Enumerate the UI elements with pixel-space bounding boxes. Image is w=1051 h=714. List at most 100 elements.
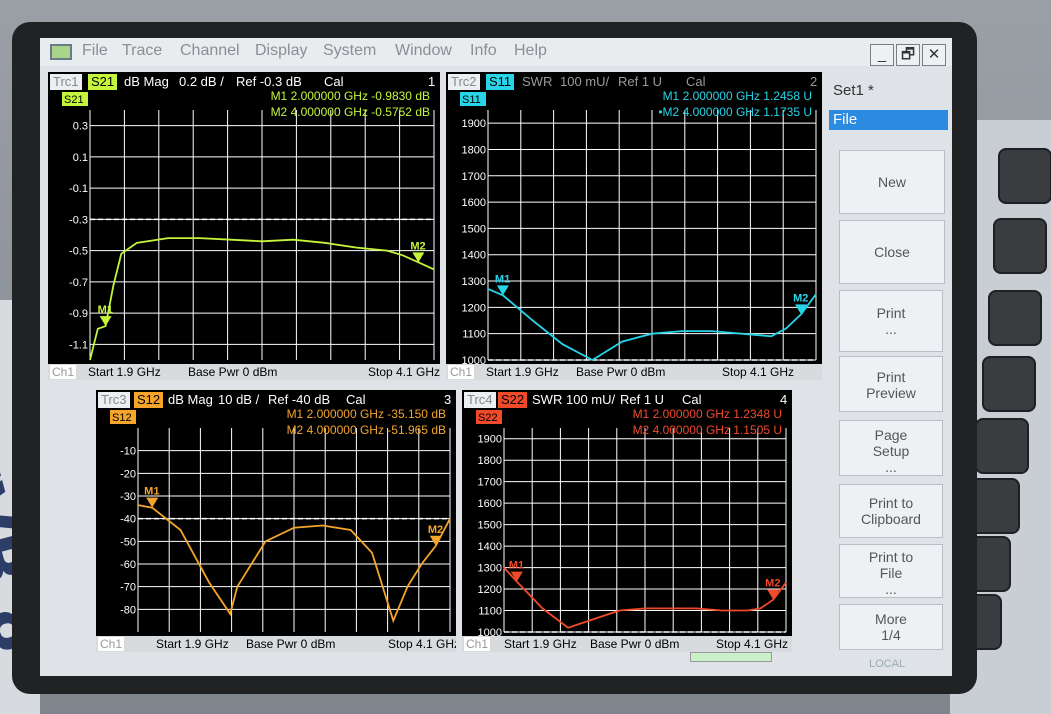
stop-freq: Stop 4.1 GHz bbox=[388, 637, 456, 651]
y-tick-label: -50 bbox=[120, 536, 136, 548]
y-tick-label: 1500 bbox=[462, 223, 486, 235]
print-to-file-button[interactable]: Print to File... bbox=[839, 544, 943, 598]
minimize-icon[interactable]: _ bbox=[870, 44, 894, 66]
base-power: Base Pwr 0 dBm bbox=[590, 637, 680, 651]
diagram-number: 4 bbox=[780, 392, 788, 407]
trace-tag[interactable]: Trc3 bbox=[98, 392, 130, 408]
softkey-5[interactable] bbox=[975, 418, 1029, 474]
channel-tag[interactable]: Ch1 bbox=[98, 637, 125, 651]
menu-window[interactable]: Window bbox=[395, 42, 452, 60]
y-tick-label: 1300 bbox=[462, 276, 486, 288]
trace-param-label: S11 bbox=[462, 94, 481, 106]
format-label: SWR bbox=[532, 392, 563, 407]
new-button[interactable]: New bbox=[839, 150, 945, 214]
y-tick-label: 1100 bbox=[462, 329, 486, 341]
stop-freq: Stop 4.1 GHz bbox=[716, 637, 789, 651]
marker-m1-label: M1 bbox=[98, 304, 113, 316]
marker-readout-2: M2 4.000000 GHz -51.965 dB bbox=[287, 423, 446, 437]
softkey-3[interactable] bbox=[988, 290, 1042, 346]
y-tick-label: 1000 bbox=[478, 627, 502, 636]
ref-label: Ref -40 dB bbox=[268, 392, 331, 407]
y-tick-label: -0.3 bbox=[69, 214, 88, 226]
close-window-icon[interactable]: ✕ bbox=[922, 44, 946, 66]
diagram-4[interactable]: Trc4 S22 SWR 100 mU/ Ref 1 U Cal 4 1900 1… bbox=[462, 390, 792, 652]
y-tick-label: 1300 bbox=[478, 563, 502, 575]
diagram-number: 3 bbox=[444, 392, 452, 407]
marker-readout-1: M1 2.000000 GHz 1.2348 U bbox=[633, 408, 782, 421]
y-tick-label: 1200 bbox=[478, 584, 502, 596]
marker-readout-1: M1 2.000000 GHz -35.150 dB bbox=[287, 408, 446, 421]
remote-status: LOCAL bbox=[869, 658, 906, 670]
print-to-clipboard-button[interactable]: Print to Clipboard bbox=[839, 484, 943, 538]
page-setup-label: Page Setup bbox=[872, 427, 910, 459]
menu-system[interactable]: System bbox=[323, 42, 376, 60]
base-power: Base Pwr 0 dBm bbox=[576, 365, 666, 379]
more-button[interactable]: More 1/4 bbox=[839, 604, 943, 650]
marker-m2-label: M2 bbox=[428, 524, 443, 536]
y-tick-label: -0.9 bbox=[69, 308, 88, 320]
menu-file[interactable]: File bbox=[82, 42, 108, 60]
diagram-2[interactable]: Trc2 S11 SWR 100 mU/ Ref 1 U Cal 2 1900 1… bbox=[446, 72, 822, 380]
marker-readout-1: M1 2.000000 GHz -0.9830 dB bbox=[271, 90, 430, 103]
marker-m1-icon bbox=[99, 316, 112, 327]
scale-label: 10 dB / bbox=[218, 392, 260, 407]
y-tick-label: 1700 bbox=[478, 477, 502, 489]
ref-label: Ref 1 U bbox=[618, 74, 663, 89]
menu-display[interactable]: Display bbox=[255, 42, 307, 60]
y-tick-label: -1.1 bbox=[69, 339, 88, 351]
y-tick-label: 1400 bbox=[462, 250, 486, 262]
diagram-1[interactable]: Trc1 S21 dB Mag 0.2 dB / Ref -0.3 dB Cal… bbox=[48, 72, 440, 380]
page-setup-button[interactable]: Page Setup... bbox=[839, 420, 943, 476]
trace-tag[interactable]: Trc1 bbox=[50, 74, 82, 90]
print-to-file-label: Print to File bbox=[868, 549, 914, 581]
menu-help[interactable]: Help bbox=[514, 42, 547, 60]
close-button[interactable]: Close bbox=[839, 220, 945, 284]
y-tick-label: 1900 bbox=[478, 434, 502, 446]
vna-screen: File Trace Channel Display System Window… bbox=[40, 38, 952, 676]
restore-icon[interactable]: 🗗 bbox=[896, 44, 920, 66]
menu-trace[interactable]: Trace bbox=[122, 42, 162, 60]
trace-tag[interactable]: Trc2 bbox=[448, 74, 480, 90]
start-freq: Start 1.9 GHz bbox=[486, 365, 559, 379]
trace-tag[interactable]: Trc4 bbox=[464, 392, 496, 408]
menu-info[interactable]: Info bbox=[470, 42, 497, 60]
param-tag[interactable]: S12 bbox=[134, 392, 164, 408]
trace-param-label: S12 bbox=[112, 412, 132, 424]
channel-tag[interactable]: Ch1 bbox=[448, 365, 475, 379]
close-button-label: Close bbox=[874, 244, 910, 260]
softkey-4[interactable] bbox=[982, 356, 1036, 412]
print-preview-label: Print Preview bbox=[866, 369, 916, 401]
print-preview-button[interactable]: Print Preview bbox=[839, 356, 943, 412]
marker-m1-label: M1 bbox=[509, 560, 524, 572]
param-tag[interactable]: S22 bbox=[498, 392, 528, 408]
page-setup-ellipsis: ... bbox=[885, 459, 897, 475]
y-tick-label: 1600 bbox=[478, 498, 502, 510]
marker-m2-icon bbox=[429, 535, 442, 546]
print-button[interactable]: Print... bbox=[839, 290, 943, 352]
scale-label: 100 mU/ bbox=[560, 74, 610, 89]
softkey-1[interactable] bbox=[998, 148, 1051, 204]
softkey-2[interactable] bbox=[993, 218, 1047, 274]
diagram-1-footer: Ch1 Start 1.9 GHz Base Pwr 0 dBm Stop 4.… bbox=[48, 364, 440, 380]
channel-tag[interactable]: Ch1 bbox=[50, 365, 77, 379]
base-power: Base Pwr 0 dBm bbox=[188, 365, 278, 379]
param-tag[interactable]: S21 bbox=[88, 74, 118, 90]
trace-param-label: S22 bbox=[478, 412, 498, 424]
setup-title: Set1 * bbox=[833, 82, 874, 99]
softkey-panel: Set1 * File New Close Print... Print Pre… bbox=[829, 78, 952, 676]
menu-channel[interactable]: Channel bbox=[180, 42, 240, 60]
param-tag[interactable]: S11 bbox=[486, 74, 515, 90]
stop-freq: Stop 4.1 GHz bbox=[722, 365, 795, 379]
y-tick-label: -60 bbox=[120, 559, 136, 571]
diagram-3[interactable]: Trc3 S12 dB Mag 10 dB / Ref -40 dB Cal 3… bbox=[96, 390, 456, 652]
marker-m2-label: M2 bbox=[410, 240, 425, 252]
y-tick-label: 1200 bbox=[462, 302, 486, 314]
print-button-label: Print bbox=[876, 305, 906, 321]
diagram-3-title: Trc3 S12 dB Mag 10 dB / Ref -40 dB Cal 3 bbox=[96, 390, 456, 408]
diagram-4-title: Trc4 S22 SWR 100 mU/ Ref 1 U Cal 4 bbox=[462, 390, 792, 408]
marker-m2-label: M2 bbox=[765, 578, 780, 590]
marker-m1-label: M1 bbox=[495, 273, 510, 285]
y-tick-label: 1800 bbox=[462, 144, 486, 156]
y-tick-label: -30 bbox=[120, 491, 136, 503]
channel-tag[interactable]: Ch1 bbox=[464, 637, 491, 651]
